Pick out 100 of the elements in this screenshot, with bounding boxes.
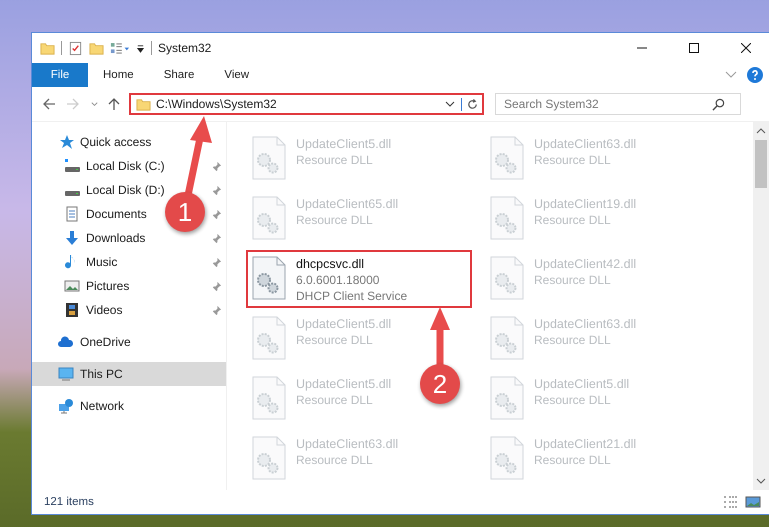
folder-icon xyxy=(136,96,151,112)
new-folder-icon[interactable] xyxy=(89,40,104,56)
nav-label: OneDrive xyxy=(80,335,131,349)
nav-item[interactable]: Network xyxy=(32,394,128,418)
file-name: UpdateClient5.dll xyxy=(296,136,392,152)
gear-file-icon xyxy=(490,196,524,240)
help-icon[interactable] xyxy=(747,67,763,83)
file-detail: Resource DLL xyxy=(296,212,374,228)
gear-file-icon xyxy=(490,376,524,420)
chevron-down-icon[interactable] xyxy=(445,99,455,109)
minimize-icon xyxy=(637,47,647,49)
pin-icon[interactable] xyxy=(211,184,222,196)
file-name: UpdateClient21.dll xyxy=(534,436,636,452)
dropdown-icon[interactable] xyxy=(136,44,145,52)
nav-item[interactable]: OneDrive xyxy=(32,330,135,354)
file-detail: Resource DLL xyxy=(534,452,612,468)
file-detail: Resource DLL xyxy=(534,392,612,408)
ribbon-tab[interactable]: File xyxy=(32,63,88,87)
file-detail: Resource DLL xyxy=(534,272,612,288)
item-count: 121 items xyxy=(44,496,94,508)
nav-item[interactable]: Videos xyxy=(32,298,126,322)
nav-item[interactable]: Documents xyxy=(32,202,151,226)
address-bar[interactable]: C:\Windows\System32 xyxy=(129,93,484,115)
gear-file-icon xyxy=(252,136,286,180)
file-name: UpdateClient5.dll xyxy=(534,376,630,392)
gear-file-icon xyxy=(252,196,286,240)
ribbon-tab[interactable]: View xyxy=(209,63,264,87)
file-detail: Resource DLL xyxy=(296,392,374,408)
file-detail: Resource DLL xyxy=(534,332,612,348)
refresh-icon[interactable] xyxy=(461,98,479,110)
cloud-icon xyxy=(58,334,74,350)
file-name: UpdateClient42.dll xyxy=(534,256,636,272)
nav-item[interactable]: This PC xyxy=(32,362,226,386)
chevron-down-icon[interactable] xyxy=(756,477,766,485)
chevron-up-icon[interactable] xyxy=(756,127,766,135)
nav-item[interactable]: Quick access xyxy=(32,130,156,154)
gear-file-icon xyxy=(490,256,524,300)
nav-item[interactable]: Pictures xyxy=(32,274,134,298)
ribbon-tab[interactable]: Share xyxy=(148,63,210,87)
gear-file-icon xyxy=(490,316,524,360)
file-detail: 6.0.6001.18000 xyxy=(296,272,380,288)
document-icon xyxy=(64,206,80,222)
gear-file-icon xyxy=(252,316,286,360)
nav-label: Downloads xyxy=(86,231,146,245)
pin-icon[interactable] xyxy=(211,232,222,244)
file-name: UpdateClient65.dll xyxy=(296,196,398,212)
nav-label: Videos xyxy=(86,303,122,317)
file-detail: Resource DLL xyxy=(296,452,374,468)
nav-label: Network xyxy=(80,399,124,413)
properties-icon[interactable] xyxy=(68,40,83,56)
file-detail: Resource DLL xyxy=(534,212,612,228)
nav-label: Local Disk (C:) xyxy=(86,159,165,173)
details-view-icon[interactable] xyxy=(723,495,739,509)
file-item[interactable]: dhcpcsvc.dll 6.0.6001.18000 DHCP Client Service xyxy=(246,250,472,308)
pin-icon[interactable] xyxy=(211,256,222,268)
up-arrow-icon[interactable] xyxy=(107,97,121,111)
window-title: System32 xyxy=(158,41,212,55)
pin-icon[interactable] xyxy=(211,208,222,220)
file-name: UpdateClient5.dll xyxy=(296,376,392,392)
gear-file-icon xyxy=(252,376,286,420)
customize-toolbar-icon[interactable] xyxy=(110,40,130,56)
scrollbar-thumb[interactable] xyxy=(755,140,767,188)
folder-icon[interactable] xyxy=(40,40,55,56)
search-icon xyxy=(712,98,725,111)
address-path: C:\Windows\System32 xyxy=(156,97,278,111)
nav-label: This PC xyxy=(80,367,123,381)
nav-label: Local Disk (D:) xyxy=(86,183,165,197)
annotation-arrow xyxy=(430,307,450,366)
large-icons-view-icon[interactable] xyxy=(745,495,761,509)
monitor-icon xyxy=(58,366,74,382)
file-name: dhcpcsvc.dll xyxy=(296,256,366,272)
file-detail: Resource DLL xyxy=(534,152,612,168)
back-arrow-icon[interactable] xyxy=(42,97,56,111)
expand-ribbon-icon[interactable] xyxy=(725,71,737,79)
file-name: UpdateClient19.dll xyxy=(534,196,636,212)
search-field[interactable]: Search System32 xyxy=(495,93,741,115)
ribbon-tab[interactable]: Home xyxy=(88,63,149,87)
picture-icon xyxy=(64,278,80,294)
gear-file-icon xyxy=(490,136,524,180)
nav-label: Quick access xyxy=(80,135,152,149)
gear-file-icon xyxy=(252,436,286,480)
file-detail: DHCP Client Service xyxy=(296,288,408,304)
film-icon xyxy=(64,302,80,318)
nav-label: Music xyxy=(86,255,118,269)
scrollbar[interactable] xyxy=(753,122,769,490)
pin-icon[interactable] xyxy=(211,160,222,172)
file-name: UpdateClient63.dll xyxy=(534,136,636,152)
nav-label: Documents xyxy=(86,207,147,221)
close-icon xyxy=(741,43,751,53)
download-arrow-icon xyxy=(64,230,80,246)
drive-icon xyxy=(64,190,80,196)
pin-icon[interactable] xyxy=(211,304,222,316)
nav-item[interactable]: Music xyxy=(32,250,122,274)
nav-item[interactable]: Local Disk (C:) xyxy=(32,154,169,178)
recent-locations-icon[interactable] xyxy=(90,100,99,108)
network-icon xyxy=(58,398,74,414)
file-detail: Resource DLL xyxy=(296,332,374,348)
drive-icon xyxy=(64,158,80,174)
nav-item[interactable]: Downloads xyxy=(32,226,150,250)
pin-icon[interactable] xyxy=(211,280,222,292)
